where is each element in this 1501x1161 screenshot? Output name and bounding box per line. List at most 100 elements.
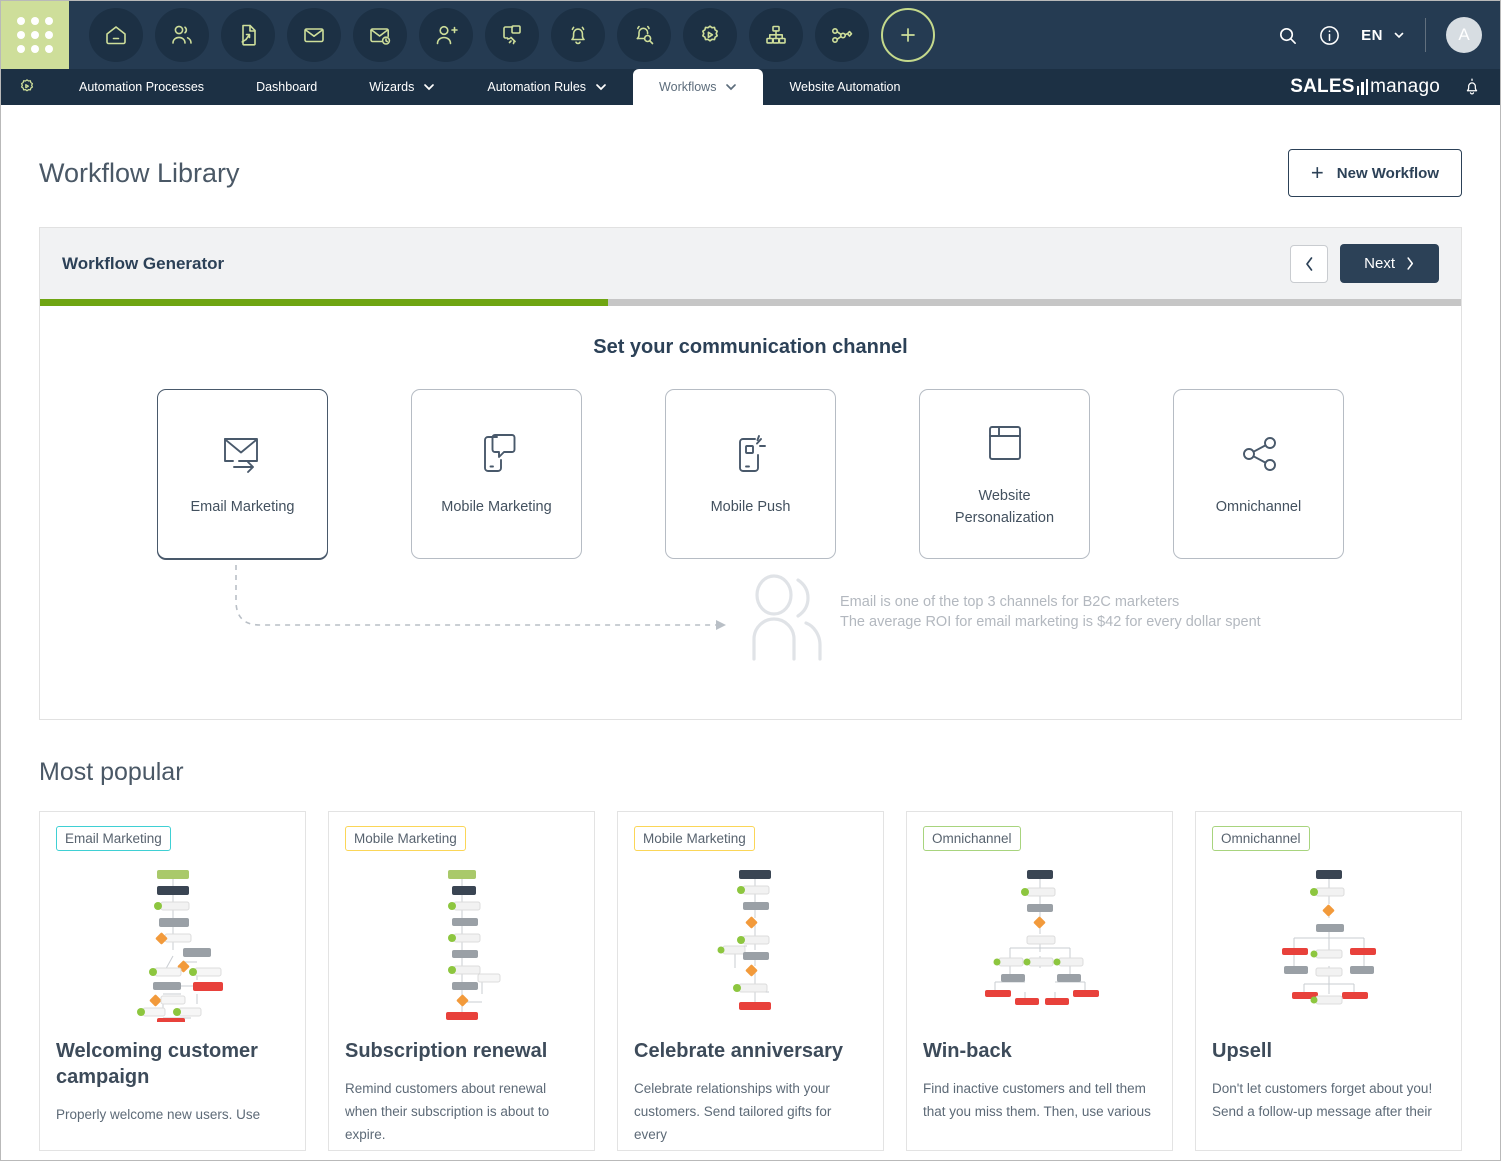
thumb-svg: [445, 869, 500, 1020]
top-icon-strip: [69, 8, 941, 62]
card-title: Celebrate anniversary: [634, 1040, 844, 1062]
apps-grid-dots: [17, 17, 53, 53]
generator-progress-bar: [40, 299, 1461, 306]
channel-option-email-marketing[interactable]: Email Marketing: [157, 389, 328, 559]
brand-left: SALES: [1290, 76, 1355, 97]
nav-item-dashboard[interactable]: Dashboard: [230, 69, 343, 105]
workflow-template-card[interactable]: Email Marketing Welcoming customer campa…: [39, 811, 306, 1151]
email-schedule-icon[interactable]: [353, 8, 407, 62]
chevron-down-icon: [1394, 32, 1404, 39]
brand-bars-icon: [1356, 78, 1369, 95]
bell-search-icon[interactable]: [617, 8, 671, 62]
thumb-svg: [1281, 869, 1376, 1004]
add-user-icon[interactable]: [419, 8, 473, 62]
contacts-icon[interactable]: [155, 8, 209, 62]
thumb-svg: [984, 869, 1099, 1005]
workflow-template-card[interactable]: Omnichannel: [906, 811, 1173, 1151]
workflow-diagram-thumbnail: [56, 859, 289, 1024]
progress-fill: [40, 299, 609, 306]
card-description: Remind customers about renewal when thei…: [345, 1081, 550, 1142]
thumb-svg: [136, 869, 223, 1022]
bell-icon[interactable]: [551, 8, 605, 62]
channel-option-omnichannel[interactable]: Omnichannel: [1173, 389, 1344, 559]
header-divider: [1425, 18, 1426, 52]
chevron-down-icon: [726, 84, 737, 91]
channel-label: Omnichannel: [1215, 499, 1302, 516]
channel-option-website-personalization[interactable]: Website Personalization: [919, 389, 1090, 559]
page-header: Workflow Library + New Workflow: [39, 105, 1462, 227]
brand-logo: SALES manago: [1290, 76, 1440, 98]
avatar[interactable]: A: [1446, 17, 1482, 53]
add-new-button[interactable]: [881, 8, 935, 62]
new-workflow-label: New Workflow: [1336, 164, 1439, 182]
nav-item-workflows[interactable]: Workflows: [633, 69, 764, 105]
chevron-left-icon: [1305, 256, 1313, 271]
language-label: EN: [1361, 26, 1383, 44]
card-title: Subscription renewal: [345, 1040, 548, 1062]
workflow-template-card[interactable]: Mobile Marketing: [617, 811, 884, 1151]
people-icon: [740, 573, 840, 670]
apps-grid-icon[interactable]: [1, 1, 69, 69]
next-label: Next: [1364, 255, 1395, 272]
workflow-template-card[interactable]: Mobile Marketing: [328, 811, 595, 1151]
search-icon[interactable]: [1277, 25, 1298, 46]
most-popular-heading: Most popular: [39, 758, 184, 786]
email-icon[interactable]: [287, 8, 341, 62]
tip-line-2: The average ROI for email marketing is $…: [840, 613, 1261, 630]
next-step-button[interactable]: Next: [1340, 244, 1439, 283]
nav-item-wizards[interactable]: Wizards: [343, 69, 461, 105]
new-workflow-button[interactable]: + New Workflow: [1287, 149, 1462, 197]
page-title: Workflow Library: [39, 157, 240, 188]
chevron-right-icon: [1407, 257, 1414, 270]
nav-item-automation-processes[interactable]: Automation Processes: [53, 69, 230, 105]
automation-gear-icon[interactable]: [1, 69, 53, 105]
generator-tip-row: Email is one of the top 3 channels for B…: [40, 565, 1461, 675]
nav-label: Wizards: [369, 80, 415, 94]
nav-item-website-automation[interactable]: Website Automation: [763, 69, 926, 105]
language-selector[interactable]: EN: [1361, 27, 1405, 44]
status-badge: Email Marketing: [56, 826, 171, 851]
tip-line-1: Email is one of the top 3 channels for B…: [840, 594, 1180, 610]
channel-label: Email Marketing: [190, 499, 295, 516]
sitemap-icon[interactable]: [749, 8, 803, 62]
card-title: Win-back: [923, 1040, 1012, 1062]
mobile-chat-icon: [471, 423, 523, 485]
channel-option-mobile-push[interactable]: Mobile Push: [665, 389, 836, 559]
generator-body: Set your communication channel Email Mar…: [40, 306, 1461, 719]
generator-header: Workflow Generator Next: [40, 228, 1461, 299]
web-push-icon[interactable]: [485, 8, 539, 62]
plus-icon: +: [1310, 160, 1324, 185]
document-export-icon[interactable]: [221, 8, 275, 62]
nav-label: Website Automation: [789, 80, 901, 94]
channel-label: Mobile Marketing: [441, 499, 552, 516]
status-badge: Omnichannel: [1212, 826, 1310, 851]
home-icon[interactable]: [89, 8, 143, 62]
workflow-node-icon[interactable]: [815, 8, 869, 62]
nav-tab-bar: Automation Processes Dashboard Wizards A…: [1, 69, 1500, 105]
workflow-diagram-thumbnail: [1212, 859, 1445, 1024]
status-badge: Mobile Marketing: [634, 826, 755, 851]
previous-step-button[interactable]: [1290, 244, 1329, 283]
nav-item-automation-rules[interactable]: Automation Rules: [461, 69, 633, 105]
channel-label: Website Personalization: [954, 488, 1055, 526]
card-title: Upsell: [1212, 1040, 1273, 1062]
chevron-down-icon: [596, 84, 606, 91]
automation-gear-icon[interactable]: [683, 8, 737, 62]
generator-nav: Next: [1290, 244, 1439, 283]
channel-label: Mobile Push: [710, 499, 791, 516]
nav-label: Dashboard: [256, 80, 318, 94]
share-nodes-icon: [1233, 423, 1285, 485]
top-icon-bar: EN A: [1, 1, 1500, 69]
notification-bell-icon[interactable]: [1462, 77, 1482, 97]
generator-title: Workflow Generator: [62, 253, 225, 273]
workflow-diagram-thumbnail: [923, 859, 1156, 1024]
status-badge: Mobile Marketing: [345, 826, 466, 851]
card-title: Welcoming customer campaign: [56, 1040, 258, 1088]
workflow-diagram-thumbnail: [634, 859, 867, 1024]
card-description: Find inactive customers and tell them th…: [923, 1081, 1151, 1119]
workflow-template-card[interactable]: Omnichannel: [1195, 811, 1462, 1151]
mobile-push-icon: [725, 423, 777, 485]
channel-option-mobile-marketing[interactable]: Mobile Marketing: [411, 389, 582, 559]
info-icon[interactable]: [1318, 24, 1341, 47]
nav-label: Automation Processes: [79, 80, 205, 94]
